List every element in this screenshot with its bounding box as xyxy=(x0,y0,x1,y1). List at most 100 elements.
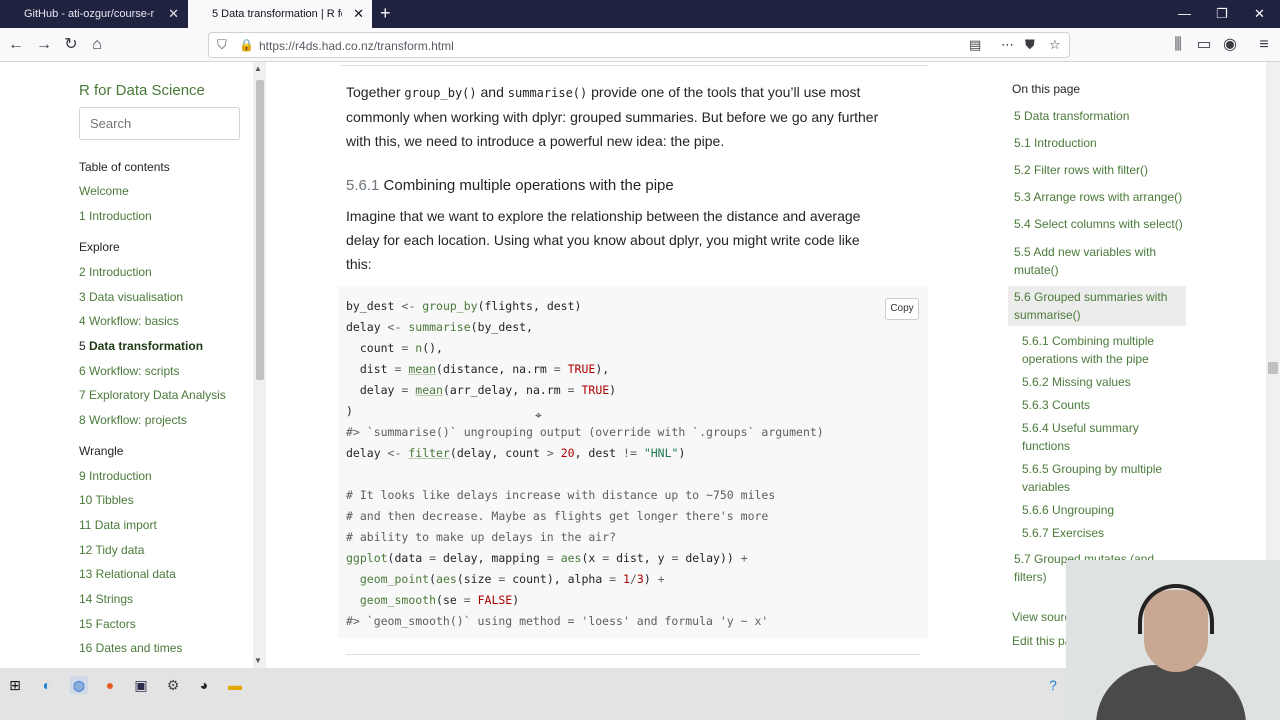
tab-label: 5 Data transformation | R for Data S xyxy=(212,8,342,20)
bookmark-star-icon[interactable]: ☆ xyxy=(1049,37,1061,53)
sidebar-item-data-transformation[interactable]: 5 Data transformation xyxy=(79,339,203,353)
reader-view-icon[interactable]: ▤ xyxy=(969,37,981,53)
minimize-icon[interactable]: — xyxy=(1178,6,1191,21)
folder-icon[interactable]: ▬ xyxy=(226,676,244,694)
sidebar-item-tidy-data[interactable]: 12 Tidy data xyxy=(79,543,144,557)
back-icon[interactable]: ← xyxy=(6,35,26,55)
rtoc-item-mutate[interactable]: 5.5 Add new variables with mutate() xyxy=(1014,243,1156,279)
paragraph-line: this: xyxy=(346,256,372,272)
tab-label: GitHub - ati-ozgur/course-r-pr xyxy=(24,8,154,20)
sidebar-item-workflow-basics[interactable]: 4 Workflow: basics xyxy=(79,314,179,328)
menu-icon[interactable]: ≡ xyxy=(1254,35,1274,55)
sidebar-item-factors[interactable]: 15 Factors xyxy=(79,617,136,631)
code-output-line: #> `summarise()` ungrouping output (over… xyxy=(346,425,824,439)
tab-r4ds[interactable]: 5 Data transformation | R for Data S ✕ xyxy=(188,0,372,28)
lock-icon[interactable]: 🔒 xyxy=(239,38,254,52)
left-sidebar: R for Data Science Table of contents Wel… xyxy=(0,62,266,668)
sidebar-item-number: 5 xyxy=(79,339,90,353)
tab-github[interactable]: GitHub - ati-ozgur/course-r-pr ✕ xyxy=(0,0,187,28)
settings-gear-icon[interactable]: ⚙ xyxy=(164,676,182,694)
edge-icon[interactable]: ◐ xyxy=(38,676,56,694)
search-input[interactable] xyxy=(79,107,240,140)
github-icon[interactable]: ◕ xyxy=(195,676,213,694)
code-comment-line: # It looks like delays increase with dis… xyxy=(346,488,776,502)
next-figure-edge xyxy=(346,654,920,668)
sidebar-item-welcome[interactable]: Welcome xyxy=(79,184,129,198)
section-number: 5.6.1 xyxy=(346,177,380,194)
browser-app-icon[interactable]: ◍ xyxy=(70,676,88,694)
rtoc-item-combining-operations[interactable]: 5.6.1 Combining multiple operations with … xyxy=(1022,332,1154,368)
rtoc-item-grouping-multiple[interactable]: 5.6.5 Grouping by multiple variables xyxy=(1022,460,1162,496)
address-bar[interactable]: ⛉ 🔒 https://r4ds.had.co.nz/transform.htm… xyxy=(208,32,1070,58)
sidebar-section-wrangle: Wrangle xyxy=(79,444,124,458)
home-icon[interactable]: ⌂ xyxy=(87,35,107,55)
sidebar-item-eda[interactable]: 7 Exploratory Data Analysis xyxy=(79,388,226,402)
headphones-icon xyxy=(1138,584,1214,634)
section-title: Combining multiple operations with the p… xyxy=(383,177,674,194)
paragraph-line: with this, we need to introduce a powerf… xyxy=(346,133,725,149)
close-tab-icon[interactable]: ✕ xyxy=(353,6,364,22)
sidebar-scrollbar-thumb[interactable] xyxy=(256,80,264,380)
sidebar-item-data-visualisation[interactable]: 3 Data visualisation xyxy=(79,290,183,304)
rtoc-item-filter[interactable]: 5.2 Filter rows with filter() xyxy=(1014,161,1148,179)
sidebar-toggle-icon[interactable]: ▭ xyxy=(1194,35,1214,55)
close-tab-icon[interactable]: ✕ xyxy=(168,6,179,22)
sidebar-item-dates-and-times[interactable]: 16 Dates and times xyxy=(79,641,182,655)
sidebar-item-introduction[interactable]: 1 Introduction xyxy=(79,209,152,223)
rtoc-item-missing-values[interactable]: 5.6.2 Missing values xyxy=(1022,373,1131,391)
account-icon[interactable]: ◉ xyxy=(1220,35,1240,55)
page-scrollbar-thumb[interactable] xyxy=(1268,362,1278,374)
section-heading: 5.6.1 Combining multiple operations with… xyxy=(346,177,674,194)
sidebar-item-wrangle-introduction[interactable]: 9 Introduction xyxy=(79,469,152,483)
window-close-icon[interactable]: ✕ xyxy=(1254,6,1265,22)
more-actions-icon[interactable]: ⋯ xyxy=(1001,37,1014,53)
edit-page-link[interactable]: Edit this pa xyxy=(1012,632,1071,650)
paragraph-line: Together group_by() and summarise() prov… xyxy=(346,84,861,100)
rtoc-item-data-transformation[interactable]: 5 Data transformation xyxy=(1014,107,1129,125)
code-line: geom_point(aes(size = count), alpha = 1/… xyxy=(359,572,665,586)
inline-code: summarise() xyxy=(507,86,588,100)
rtoc-item-exercises[interactable]: 5.6.7 Exercises xyxy=(1022,524,1104,542)
terminal-icon[interactable]: ▣ xyxy=(132,676,150,694)
rtoc-item-useful-summary[interactable]: 5.6.4 Useful summary functions xyxy=(1022,419,1139,455)
maximize-icon[interactable]: ❐ xyxy=(1216,6,1228,22)
sidebar-item-workflow-scripts[interactable]: 6 Workflow: scripts xyxy=(79,364,179,378)
code-comment-line: # and then decrease. Maybe as flights ge… xyxy=(346,509,769,523)
sidebar-item-data-import[interactable]: 11 Data import xyxy=(79,518,157,532)
sidebar-item-relational-data[interactable]: 13 Relational data xyxy=(79,567,176,581)
rtoc-item-grouped-summaries[interactable]: 5.6 Grouped summaries with summarise() xyxy=(1014,288,1167,324)
rtoc-item-select[interactable]: 5.4 Select columns with select() xyxy=(1014,215,1183,233)
shield-icon[interactable]: ⛉ xyxy=(217,37,227,53)
forward-icon[interactable]: → xyxy=(34,35,54,55)
sidebar-item-strings[interactable]: 14 Strings xyxy=(79,592,133,606)
scroll-down-arrow-icon[interactable]: ▼ xyxy=(254,656,262,665)
library-icon[interactable]: ⫼ xyxy=(1168,35,1188,55)
rtoc-item-arrange[interactable]: 5.3 Arrange rows with arrange() xyxy=(1014,188,1182,206)
sidebar-item-workflow-projects[interactable]: 8 Workflow: projects xyxy=(79,413,187,427)
paragraph-intro: Together group_by() and summarise() prov… xyxy=(346,80,878,153)
rtoc-item-ungrouping[interactable]: 5.6.6 Ungrouping xyxy=(1022,501,1114,519)
sidebar-item-tibbles[interactable]: 10 Tibbles xyxy=(79,493,134,507)
reload-icon[interactable]: ↻ xyxy=(61,35,81,55)
webcam-overlay xyxy=(1066,560,1280,720)
scroll-up-arrow-icon[interactable]: ▲ xyxy=(254,64,262,73)
rtoc-item-introduction[interactable]: 5.1 Introduction xyxy=(1014,134,1097,152)
code-output-line: #> `geom_smooth()` using method = 'loess… xyxy=(346,614,769,628)
inline-code: group_by() xyxy=(404,86,477,100)
browser-titlebar: GitHub - ati-ozgur/course-r-pr ✕ 5 Data … xyxy=(0,0,1280,28)
windows-start-icon[interactable]: ⊞ xyxy=(6,676,24,694)
sidebar-section-explore: Explore xyxy=(79,240,120,254)
site-brand[interactable]: R for Data Science xyxy=(79,82,205,99)
new-tab-icon[interactable]: + xyxy=(380,3,391,24)
copy-button[interactable]: Copy xyxy=(885,298,919,320)
rtoc-item-counts[interactable]: 5.6.3 Counts xyxy=(1022,396,1090,414)
top-divider xyxy=(340,62,928,66)
pocket-icon[interactable]: ⛊ xyxy=(1025,37,1035,53)
view-source-link[interactable]: View sourc xyxy=(1012,608,1070,626)
help-icon[interactable]: ? xyxy=(1044,676,1062,694)
url-text[interactable]: https://r4ds.had.co.nz/transform.html xyxy=(259,39,454,53)
firefox-icon[interactable]: ● xyxy=(101,676,119,694)
paragraph-imagine: Imagine that we want to explore the rela… xyxy=(346,204,860,276)
sidebar-item-explore-introduction[interactable]: 2 Introduction xyxy=(79,265,152,279)
toc-title: Table of contents xyxy=(79,160,170,174)
